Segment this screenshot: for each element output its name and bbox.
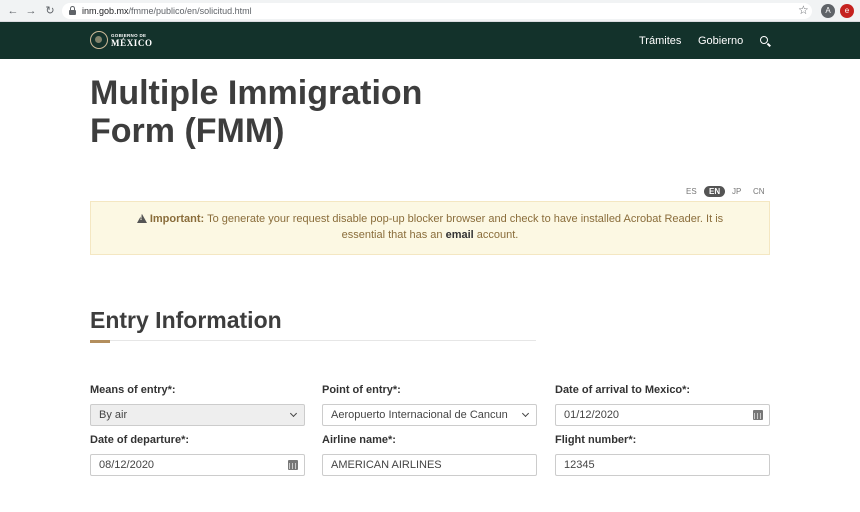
important-alert: Important: To generate your request disa… bbox=[90, 201, 770, 255]
nav-tramites[interactable]: Trámites bbox=[639, 35, 681, 47]
flight-number-field: Flight number*: 12345 bbox=[555, 433, 770, 476]
arrival-date-input[interactable]: 01/12/2020 bbox=[555, 404, 770, 426]
crest-icon bbox=[90, 31, 108, 49]
means-of-entry-label: Means of entry*: bbox=[90, 384, 176, 396]
point-of-entry-label: Point of entry*: bbox=[322, 384, 401, 396]
arrival-date-label: Date of arrival to Mexico*: bbox=[555, 384, 691, 396]
url-text: inm.gob.mx/fmme/publico/en/solicitud.htm… bbox=[82, 6, 252, 16]
browser-toolbar: ← → ↻ inm.gob.mx/fmme/publico/en/solicit… bbox=[0, 0, 860, 22]
address-bar[interactable]: inm.gob.mx/fmme/publico/en/solicitud.htm… bbox=[62, 3, 812, 19]
bookmark-star-icon[interactable]: ☆ bbox=[798, 3, 809, 17]
chevron-down-icon bbox=[289, 405, 299, 425]
arrival-date-field: Date of arrival to Mexico*: 01/12/2020 bbox=[555, 383, 770, 426]
departure-date-input[interactable]: 08/12/2020 bbox=[90, 454, 305, 476]
lang-es[interactable]: ES bbox=[686, 186, 697, 197]
warning-icon bbox=[136, 214, 147, 223]
point-of-entry-select[interactable]: Aeropuerto Internacional de Cancun bbox=[322, 404, 537, 426]
means-of-entry-select[interactable]: By air bbox=[90, 404, 305, 426]
airline-label: Airline name*: bbox=[322, 434, 396, 446]
means-of-entry-field: Means of entry*: By air bbox=[90, 383, 305, 426]
airline-input[interactable]: AMERICAN AIRLINES bbox=[322, 454, 537, 476]
departure-date-field: Date of departure*: 08/12/2020 bbox=[90, 433, 305, 476]
page-title: Multiple Immigration Form (FMM) bbox=[90, 74, 423, 150]
lang-cn[interactable]: CN bbox=[753, 186, 765, 197]
airline-field: Airline name*: AMERICAN AIRLINES bbox=[322, 433, 537, 476]
chevron-down-icon bbox=[521, 405, 531, 425]
section-divider bbox=[90, 340, 536, 341]
section-accent-bar bbox=[90, 340, 110, 343]
flight-number-input[interactable]: 12345 bbox=[555, 454, 770, 476]
site-header: GOBIERNO DE MÉXICO Trámites Gobierno bbox=[0, 22, 860, 59]
lang-jp[interactable]: JP bbox=[732, 186, 741, 197]
calendar-icon[interactable] bbox=[753, 410, 763, 420]
point-of-entry-field: Point of entry*: Aeropuerto Internaciona… bbox=[322, 383, 537, 426]
reload-icon[interactable]: ↻ bbox=[43, 4, 57, 18]
calendar-icon[interactable] bbox=[288, 460, 298, 470]
flight-number-label: Flight number*: bbox=[555, 434, 637, 446]
section-title: Entry Information bbox=[90, 307, 282, 333]
forward-icon[interactable]: → bbox=[24, 4, 38, 18]
nav-gobierno[interactable]: Gobierno bbox=[698, 35, 743, 47]
profile-avatar[interactable]: A bbox=[821, 4, 835, 18]
search-icon[interactable] bbox=[760, 36, 771, 47]
back-icon[interactable]: ← bbox=[6, 4, 20, 18]
departure-date-label: Date of departure*: bbox=[90, 434, 190, 446]
lock-icon bbox=[69, 6, 76, 15]
lang-en[interactable]: EN bbox=[704, 186, 726, 197]
extension-icon[interactable]: e bbox=[840, 4, 854, 18]
